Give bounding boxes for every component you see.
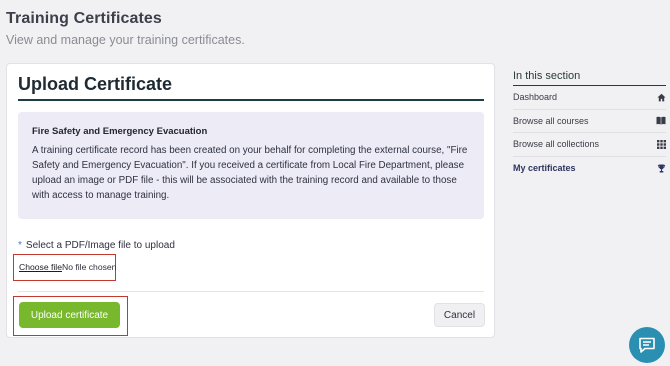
page-subtitle: View and manage your training certificat… xyxy=(6,33,245,47)
required-marker: * xyxy=(18,240,22,251)
choose-file-button[interactable]: Choose file xyxy=(19,262,62,272)
sidebar-item-dashboard[interactable]: Dashboard xyxy=(513,86,666,110)
sidebar-item-label: Dashboard xyxy=(513,92,558,103)
file-status: No file chosen xyxy=(62,262,117,272)
file-input[interactable]: Choose fileNo file chosen xyxy=(13,254,116,281)
page-title: Training Certificates xyxy=(6,10,162,27)
book-icon xyxy=(656,116,666,126)
course-name: Fire Safety and Emergency Evacuation xyxy=(32,126,208,137)
cancel-button[interactable]: Cancel xyxy=(434,303,485,327)
section-heading: In this section xyxy=(513,70,666,86)
upload-certificate-button[interactable]: Upload certificate xyxy=(19,302,120,328)
sidebar-item-label: Browse all courses xyxy=(513,115,589,126)
info-panel: Fire Safety and Emergency Evacuation A t… xyxy=(18,112,484,219)
home-icon xyxy=(656,92,666,102)
card-title: Upload Certificate xyxy=(18,74,173,94)
section-nav: In this section Dashboard Browse all cou… xyxy=(513,70,666,180)
chat-button[interactable] xyxy=(629,327,665,363)
sidebar-item-courses[interactable]: Browse all courses xyxy=(513,110,666,133)
grid-icon xyxy=(656,139,666,149)
file-label-text: Select a PDF/Image file to upload xyxy=(25,240,175,251)
sidebar-item-collections[interactable]: Browse all collections xyxy=(513,133,666,157)
upload-highlight: Upload certificate xyxy=(13,296,128,336)
title-divider xyxy=(18,99,484,101)
upload-card: Upload Certificate Fire Safety and Emerg… xyxy=(6,63,495,338)
trophy-icon xyxy=(656,163,666,173)
form-divider xyxy=(18,291,484,292)
sidebar-item-label: My certificates xyxy=(513,163,576,174)
sidebar-item-my-certificates[interactable]: My certificates xyxy=(513,157,666,181)
info-text: A training certificate record has been c… xyxy=(32,145,468,201)
chat-icon xyxy=(639,337,655,353)
file-field-label: * Select a PDF/Image file to upload xyxy=(18,240,175,251)
sidebar-item-label: Browse all collections xyxy=(513,139,600,150)
